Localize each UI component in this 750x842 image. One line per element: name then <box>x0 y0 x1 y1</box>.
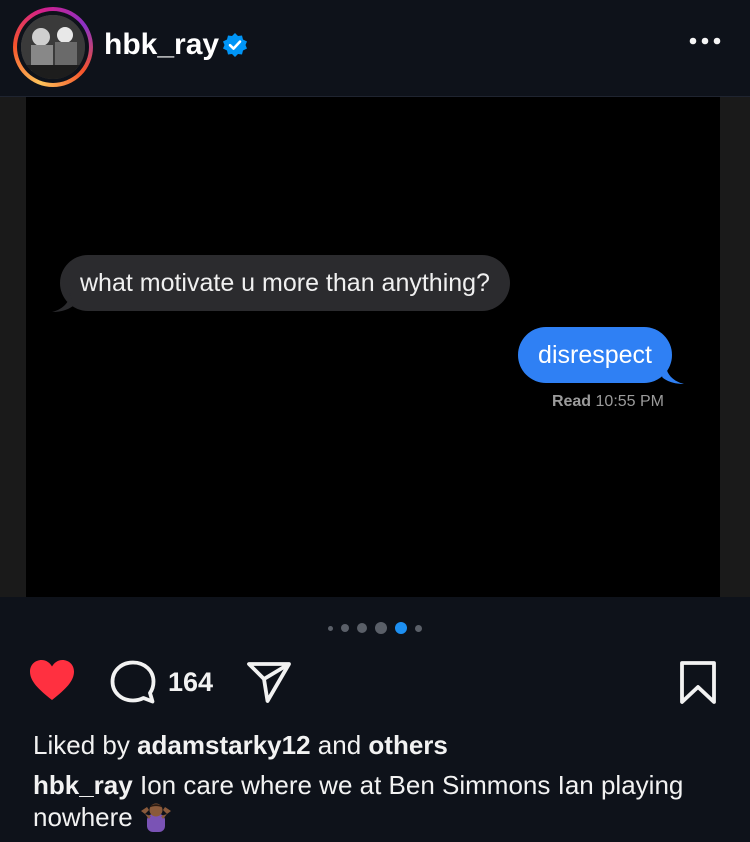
post-actions <box>0 652 750 712</box>
outgoing-message-bubble: disrespect <box>518 327 672 383</box>
avatar[interactable] <box>21 15 85 79</box>
outgoing-bubble-tail <box>662 365 684 384</box>
post-caption: hbk_ray Ion care where we at Ben Simmons… <box>33 769 713 833</box>
carousel-dot <box>415 624 422 632</box>
post-username[interactable]: hbk_ray <box>104 28 219 62</box>
send-icon[interactable] <box>246 660 292 704</box>
carousel-dot <box>375 622 387 634</box>
incoming-message-bubble: what motivate u more than anything? <box>60 255 510 311</box>
message-screenshot: what motivate u more than anything? disr… <box>26 97 720 597</box>
comment-count[interactable]: 164 <box>168 667 213 698</box>
carousel-dot <box>341 624 349 632</box>
carousel-dot <box>395 622 407 634</box>
carousel-dot <box>357 623 367 633</box>
person-shrugging-emoji-icon <box>140 803 171 832</box>
caption-username[interactable]: hbk_ray <box>33 770 133 800</box>
carousel-dot <box>328 625 333 631</box>
bookmark-icon[interactable] <box>678 660 718 706</box>
heart-icon[interactable] <box>28 658 76 702</box>
verified-badge-icon <box>223 33 247 57</box>
liked-by-others[interactable]: others <box>368 730 447 760</box>
liked-by-user[interactable]: adamstarky12 <box>137 730 310 760</box>
comment-icon[interactable] <box>110 660 156 704</box>
likes-summary[interactable]: Liked by adamstarky12 and others <box>33 730 448 761</box>
post-media[interactable]: what motivate u more than anything? disr… <box>0 97 750 597</box>
story-ring[interactable] <box>13 7 93 87</box>
more-options-icon[interactable] <box>688 36 722 46</box>
post-header: hbk_ray <box>0 0 750 97</box>
carousel-indicator <box>0 619 750 637</box>
incoming-bubble-tail <box>52 293 74 312</box>
read-receipt: Read 10:55 PM <box>551 393 664 410</box>
